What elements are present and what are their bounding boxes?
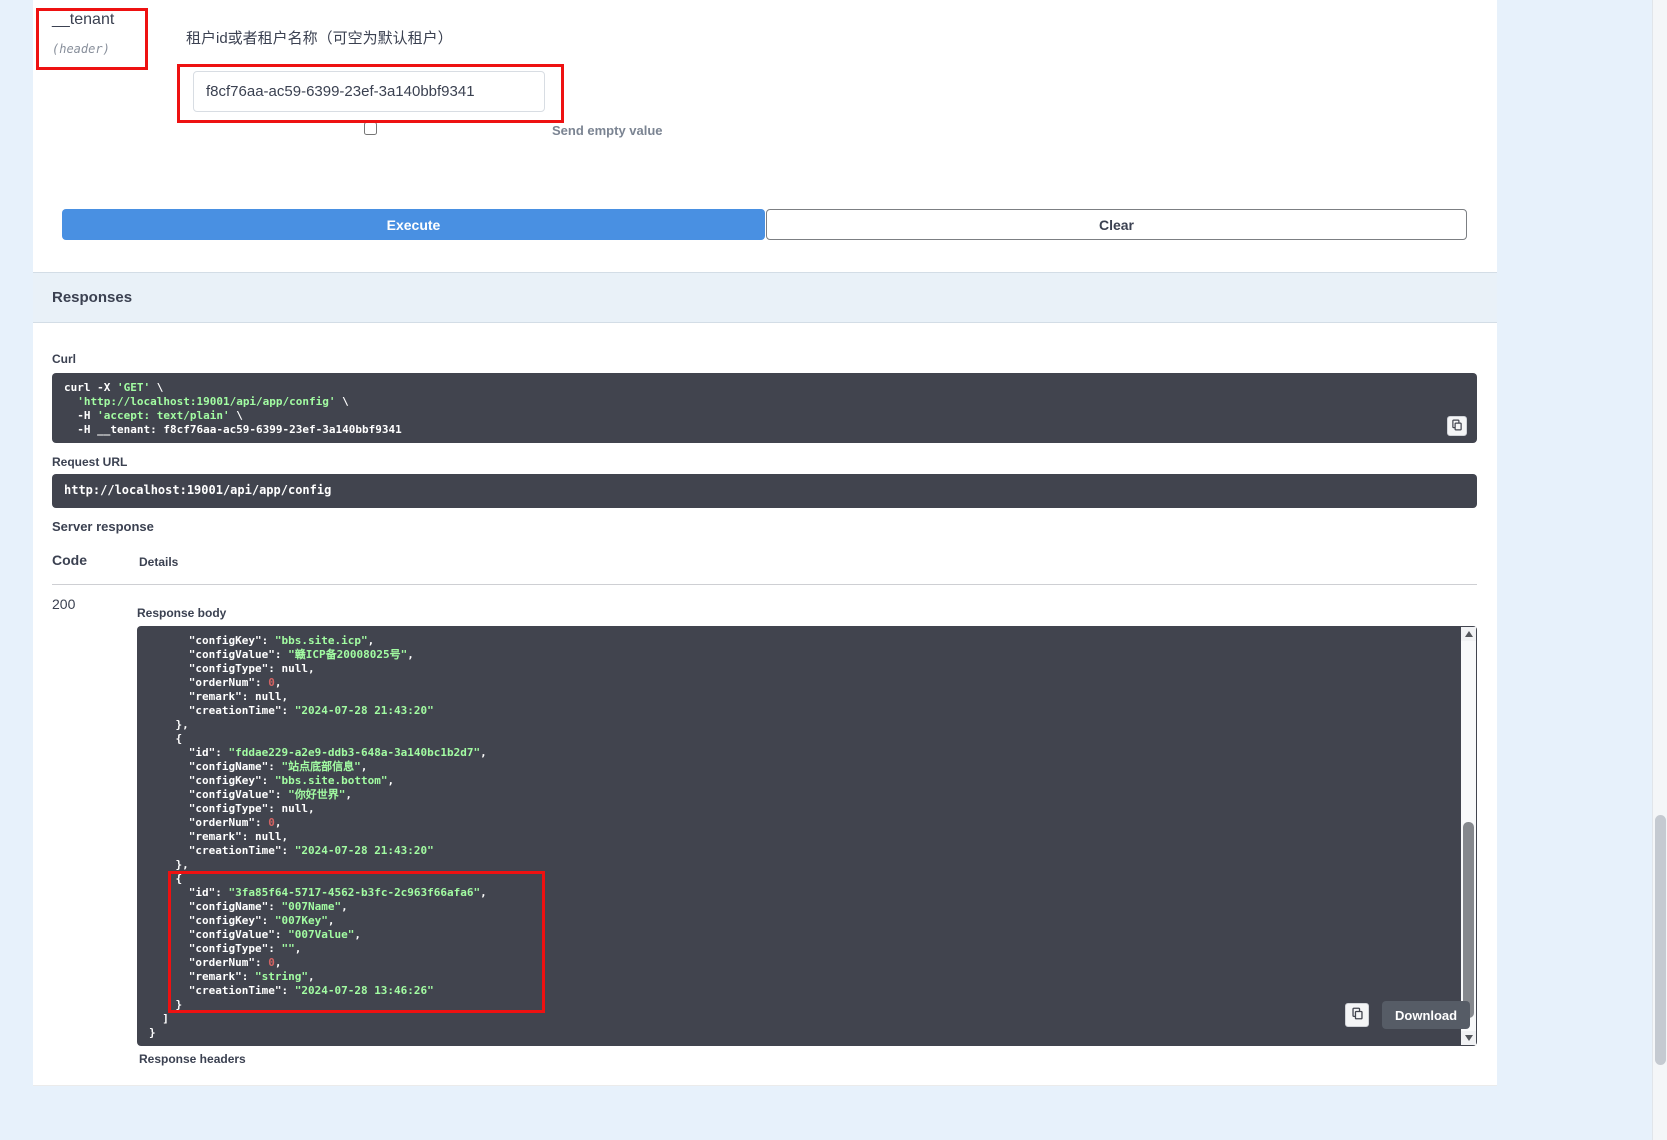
- arrow-down-icon: [1465, 1035, 1473, 1041]
- copy-icon: [1351, 1007, 1364, 1023]
- copy-icon: [1451, 419, 1463, 434]
- clear-button[interactable]: Clear: [766, 209, 1467, 240]
- responses-title: Responses: [52, 289, 132, 306]
- arrow-up-icon: [1465, 631, 1473, 637]
- response-body-block: "configKey": "bbs.site.icp", "configValu…: [137, 626, 1477, 1046]
- table-divider: [52, 584, 1477, 585]
- request-url-code: http://localhost:19001/api/app/config: [52, 474, 1477, 506]
- swagger-operation-page: __tenant (header) 租户id或者租户名称（可空为默认租户） Se…: [0, 0, 1667, 1140]
- send-empty-value-label: Send empty value: [552, 123, 663, 138]
- request-url-label: Request URL: [52, 455, 127, 469]
- curl-label: Curl: [52, 352, 76, 366]
- scroll-thumb[interactable]: [1463, 822, 1474, 1018]
- scroll-down-button[interactable]: [1461, 1031, 1476, 1045]
- curl-block: curl -X 'GET' \ 'http://localhost:19001/…: [52, 373, 1477, 443]
- copy-curl-button[interactable]: [1447, 416, 1467, 436]
- scroll-up-button[interactable]: [1461, 627, 1476, 641]
- response-scrollbar[interactable]: [1461, 627, 1476, 1045]
- copy-response-button[interactable]: [1345, 1003, 1369, 1027]
- curl-code: curl -X 'GET' \ 'http://localhost:19001/…: [52, 373, 1477, 445]
- request-url-block: http://localhost:19001/api/app/config: [52, 474, 1477, 508]
- execute-button[interactable]: Execute: [62, 209, 765, 240]
- browser-scroll-thumb[interactable]: [1655, 815, 1666, 1065]
- parameter-location: (header): [52, 42, 110, 56]
- parameter-description: 租户id或者租户名称（可空为默认租户）: [186, 27, 453, 48]
- server-response-label: Server response: [52, 519, 154, 534]
- response-headers-label: Response headers: [139, 1052, 246, 1066]
- download-button[interactable]: Download: [1382, 1001, 1470, 1029]
- response-body-label: Response body: [137, 606, 226, 620]
- details-column-header: Details: [139, 555, 178, 569]
- parameter-name: __tenant: [52, 11, 114, 29]
- status-code: 200: [52, 596, 75, 612]
- responses-section-header: Responses: [33, 272, 1497, 323]
- code-column-header: Code: [52, 552, 87, 568]
- tenant-input[interactable]: [193, 71, 545, 112]
- response-body-code: "configKey": "bbs.site.icp", "configValu…: [137, 626, 1460, 1046]
- send-empty-value-checkbox[interactable]: [364, 122, 377, 135]
- browser-scrollbar[interactable]: [1652, 0, 1667, 1140]
